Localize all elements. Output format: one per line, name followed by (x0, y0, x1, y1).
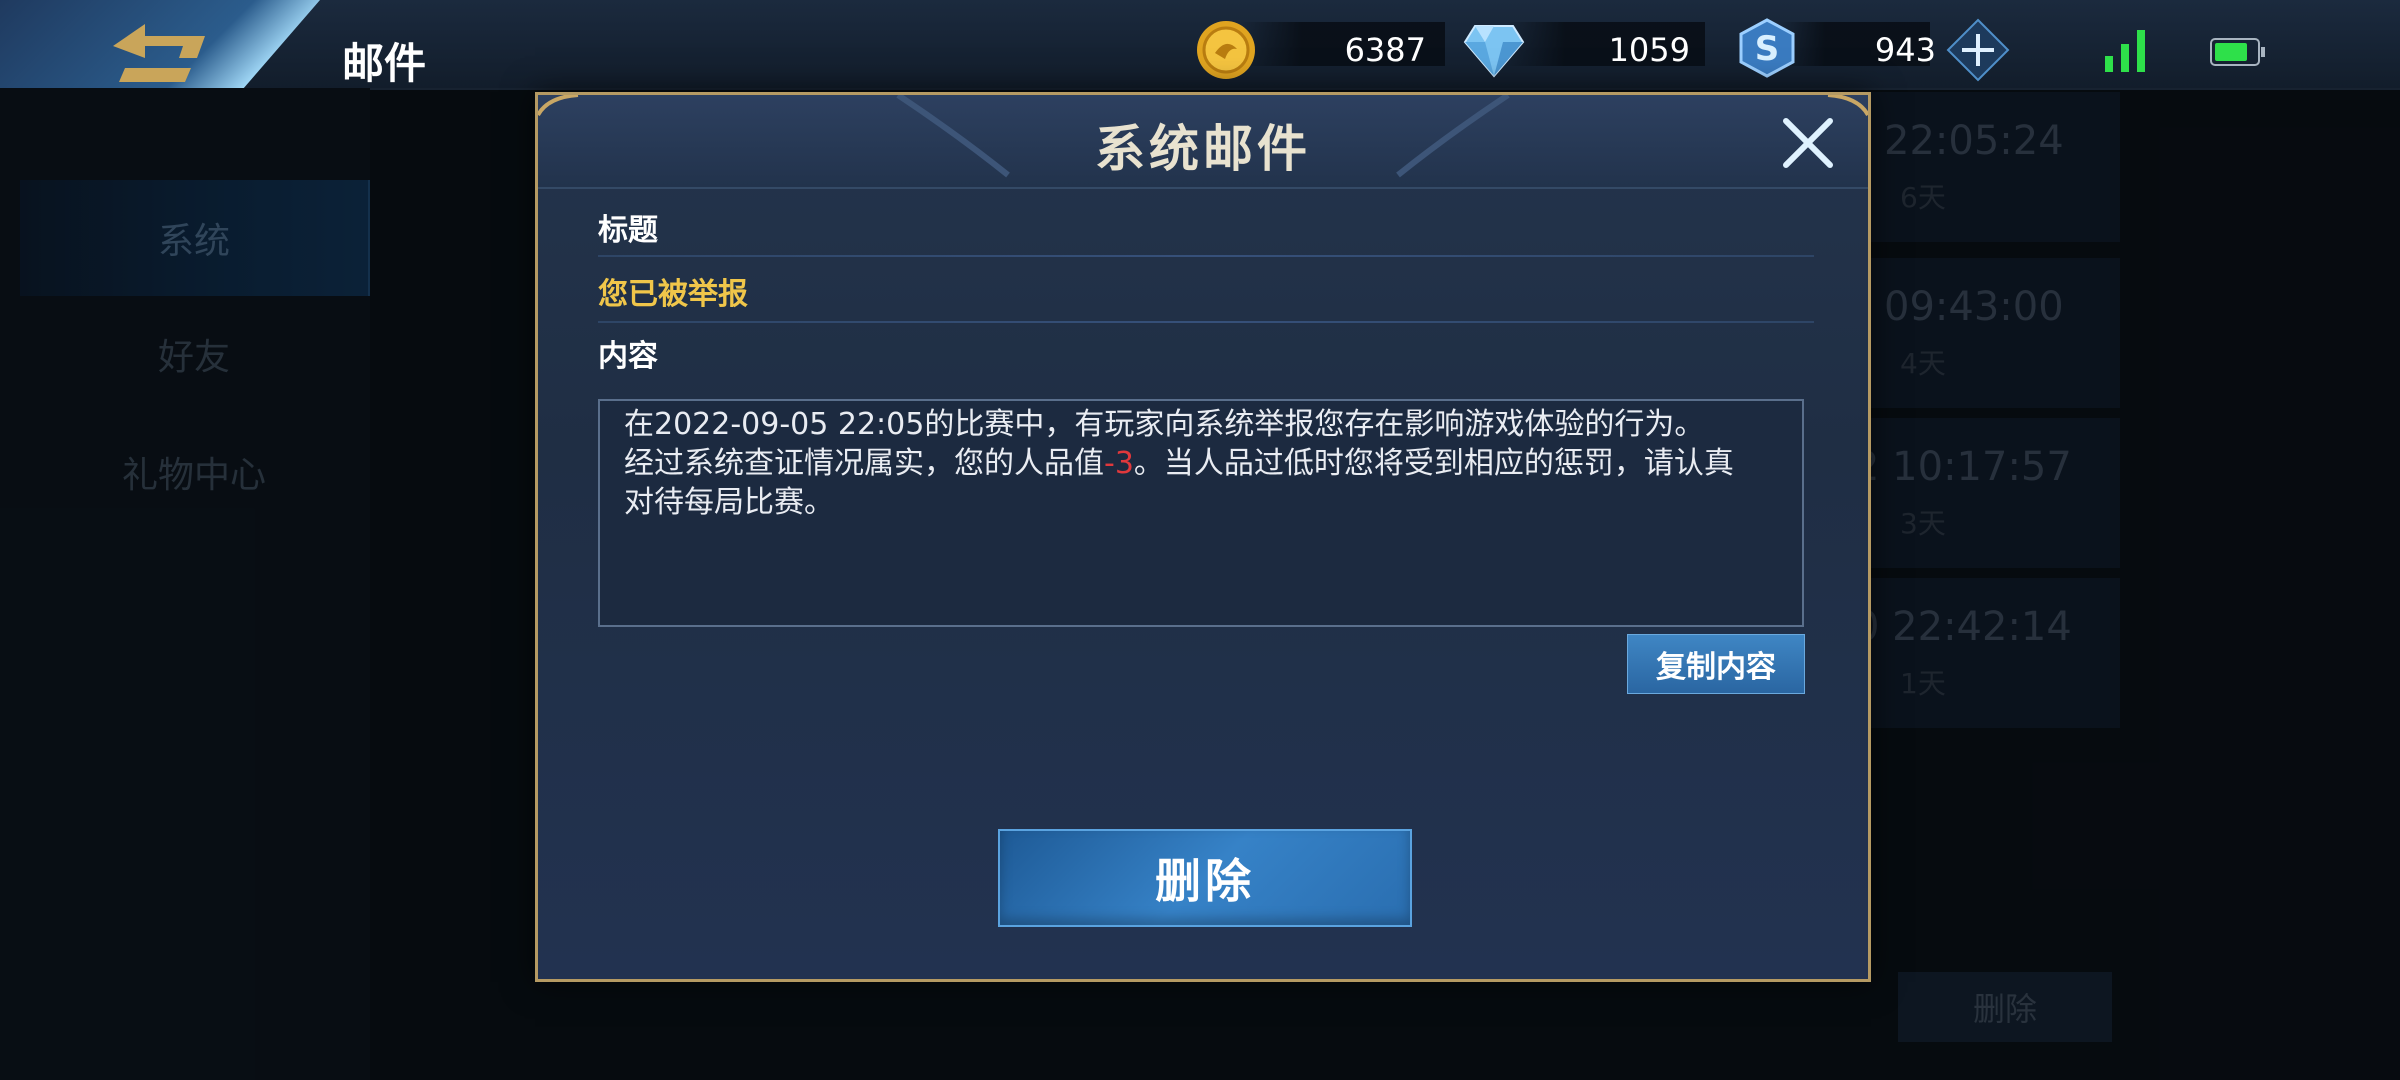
token-amount: 943 (1874, 31, 1936, 69)
signal-icon (2105, 30, 2145, 72)
diamond-icon (1463, 25, 1525, 78)
close-icon[interactable] (1778, 113, 1838, 173)
body-text: 。当人品过低时您将受到相应的惩罚，请认真 (1133, 446, 1734, 481)
content-label: 内容 (598, 339, 658, 374)
system-mail-dialog: 系统邮件 标题 您已被举报 内容 在2022-09-05 22:05的比赛中，有… (535, 92, 1871, 982)
subject-label: 标题 (598, 213, 658, 248)
mail-body-line: 在2022-09-05 22:05的比赛中，有玩家向系统举报您存在影响游戏体验的… (624, 407, 1705, 442)
diamond-amount: 1059 (1608, 31, 1690, 69)
divider (598, 255, 1814, 257)
back-arrow-icon (113, 24, 205, 82)
gold-coin-icon (1197, 21, 1255, 79)
penalty-value: -3 (1104, 446, 1134, 481)
body-text: 经过系统查证情况属实，您的人品值 (624, 446, 1104, 481)
dialog-header: 系统邮件 (538, 95, 1868, 189)
dialog-title: 系统邮件 (1095, 120, 1311, 178)
gold-amount: 6387 (1344, 31, 1426, 69)
mail-body-line: 经过系统查证情况属实，您的人品值-3。当人品过低时您将受到相应的惩罚，请认真 (624, 444, 1778, 483)
mail-body-line: 对待每局比赛。 (624, 485, 834, 520)
add-icon[interactable] (1946, 18, 2010, 82)
token-icon: S (1739, 18, 1795, 78)
mail-content-box: 在2022-09-05 22:05的比赛中，有玩家向系统举报您存在影响游戏体验的… (598, 399, 1804, 627)
page-title: 邮件 (342, 39, 427, 88)
divider (598, 321, 1814, 323)
mail-subject: 您已被举报 (598, 277, 748, 312)
svg-text:S: S (1755, 29, 1780, 69)
delete-button[interactable]: 删除 (998, 829, 1412, 927)
battery-icon (2210, 38, 2265, 66)
copy-content-button[interactable]: 复制内容 (1627, 634, 1805, 694)
